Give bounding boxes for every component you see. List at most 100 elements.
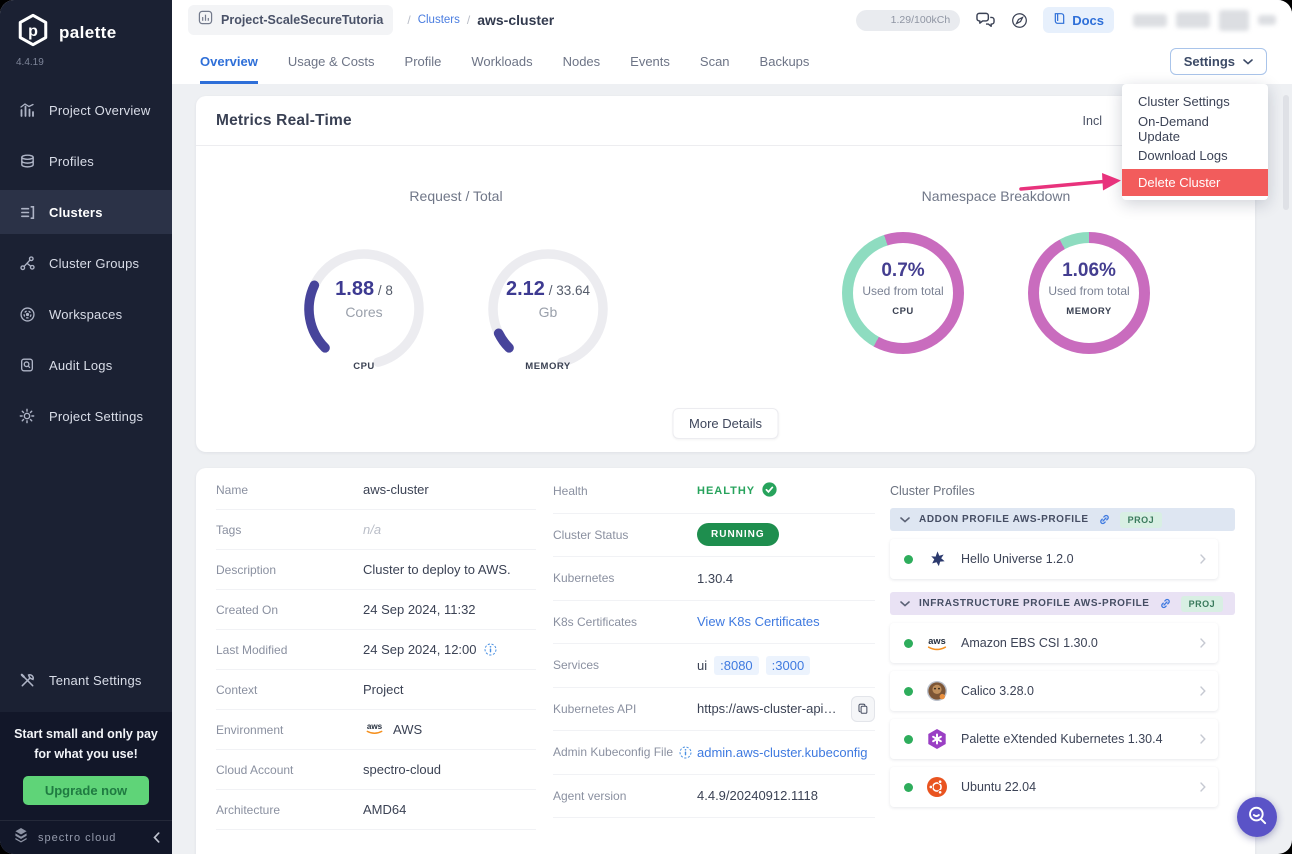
top-bar: Project-ScaleSecureTutoria / Clusters / …: [172, 0, 1292, 40]
profile-pack-calico-3-28-0[interactable]: Calico 3.28.0: [890, 671, 1218, 711]
link-icon: [1098, 513, 1111, 526]
detail-row-environment: Environment awsAWS: [216, 710, 536, 750]
palette-logo-icon: p: [16, 13, 50, 52]
calico-icon: [925, 680, 949, 702]
layers-icon: [18, 153, 36, 170]
service-port-link[interactable]: :3000: [766, 656, 811, 675]
tab-usage-costs[interactable]: Usage & Costs: [288, 40, 375, 84]
detail-row-tags: Tags n/a: [216, 510, 536, 550]
hello-universe-icon: [925, 550, 949, 569]
status-badge: RUNNING: [697, 523, 779, 546]
tools-icon: [18, 672, 36, 689]
metrics-card: Metrics Real-Time Incl Request / Total 1…: [196, 96, 1255, 452]
tab-backups[interactable]: Backups: [760, 40, 810, 84]
health-status: HEALTHY: [697, 485, 755, 497]
network-icon: [18, 255, 36, 272]
info-icon[interactable]: [679, 746, 692, 759]
sidebar-item-audit-logs[interactable]: Audit Logs: [0, 343, 172, 387]
app-window: p palette 4.4.19 Project Overview Profil…: [0, 0, 1292, 854]
collapse-sidebar-icon[interactable]: [153, 832, 160, 843]
sidebar-item-cluster-groups[interactable]: Cluster Groups: [0, 241, 172, 285]
chevron-right-icon: [1200, 782, 1206, 792]
chevron-down-icon: [900, 517, 910, 523]
upgrade-promo: Start small and only payfor what you use…: [0, 712, 172, 820]
spectro-cloud-logo: [12, 826, 30, 849]
audit-log-icon: [18, 357, 36, 373]
tab-overview[interactable]: Overview: [200, 40, 258, 84]
sidebar-item-tenant-settings[interactable]: Tenant Settings: [0, 658, 172, 702]
gear-icon: [18, 408, 36, 424]
upgrade-now-button[interactable]: Upgrade now: [23, 776, 149, 805]
menu-item-delete-cluster[interactable]: Delete Cluster: [1122, 169, 1268, 196]
project-selector-chip[interactable]: Project-ScaleSecureTutoria: [188, 5, 393, 35]
link-admin-aws-cluster-kubeconfig[interactable]: admin.aws-cluster.kubeconfig: [697, 745, 868, 760]
details-left-column: Name aws-clusterTags n/aDescription Clus…: [216, 470, 536, 854]
profile-section-header[interactable]: ADDON PROFILE AWS-PROFILE PROJ: [890, 508, 1235, 531]
chevron-right-icon: [1200, 638, 1206, 648]
profile-section-header[interactable]: INFRASTRUCTURE PROFILE AWS-PROFILE PROJ: [890, 592, 1235, 615]
breadcrumb-clusters-link[interactable]: Clusters: [418, 14, 460, 26]
sidebar-item-project-overview[interactable]: Project Overview: [0, 88, 172, 132]
tab-profile[interactable]: Profile: [405, 40, 442, 84]
gauge-memory: 2.12 / 33.64 Gb MEMORY: [483, 244, 613, 374]
menu-item-on-demand-update[interactable]: On-Demand Update: [1122, 115, 1268, 142]
bar-chart-icon: [18, 101, 36, 119]
scope-badge: PROJ: [1120, 512, 1163, 528]
chevron-down-icon: [900, 601, 910, 607]
sidebar-item-profiles[interactable]: Profiles: [0, 139, 172, 183]
cluster-details-card: Name aws-clusterTags n/aDescription Clus…: [196, 468, 1255, 854]
detail-row-kubernetes-api: Kubernetes API https://aws-cluster-apise…: [553, 688, 875, 732]
detail-row-kubernetes: Kubernetes 1.30.4: [553, 557, 875, 601]
chevron-right-icon: [1200, 734, 1206, 744]
more-details-button[interactable]: More Details: [672, 408, 779, 439]
copy-button[interactable]: [851, 696, 875, 722]
menu-item-download-logs[interactable]: Download Logs: [1122, 142, 1268, 169]
profile-pack-amazon-ebs-csi-1-30-0[interactable]: aws Amazon EBS CSI 1.30.0: [890, 623, 1218, 663]
detail-row-description: Description Cluster to deploy to AWS.: [216, 550, 536, 590]
cluster-tabs: Overview Usage & Costs Profile Workloads Nod…: [172, 40, 1292, 84]
promo-text: Start small and only payfor what you use…: [10, 725, 162, 764]
link-view-k8s-certificates[interactable]: View K8s Certificates: [697, 614, 820, 629]
gauge-cpu: 1.88 / 8 Cores CPU: [299, 244, 429, 374]
tab-events[interactable]: Events: [630, 40, 670, 84]
chevron-down-icon: [1243, 59, 1253, 65]
service-port-link[interactable]: :8080: [714, 656, 759, 675]
detail-row-cluster-status: Cluster Status RUNNING: [553, 514, 875, 558]
status-dot: [904, 555, 913, 564]
svg-text:aws: aws: [367, 722, 383, 731]
chevron-right-icon: [1200, 554, 1206, 564]
footer-brand: spectro cloud: [38, 832, 116, 844]
compass-icon[interactable]: [1011, 12, 1028, 29]
link-icon: [1159, 597, 1172, 610]
status-dot: [904, 783, 913, 792]
check-circle-icon: [762, 482, 777, 500]
detail-row-context: Context Project: [216, 670, 536, 710]
book-icon: [1053, 12, 1066, 28]
page-scrollbar[interactable]: [1283, 95, 1289, 210]
redacted-user-area: [1133, 10, 1276, 31]
profile-pack-ubuntu-22-04[interactable]: Ubuntu 22.04: [890, 767, 1218, 807]
detail-row-health: Health HEALTHY: [553, 470, 875, 514]
ubuntu-icon: [925, 776, 949, 798]
sidebar-item-clusters[interactable]: Clusters: [0, 190, 172, 234]
profile-pack-hello-universe-1-2-0[interactable]: Hello Universe 1.2.0: [890, 539, 1218, 579]
aws-logo-icon: aws: [363, 721, 386, 738]
sidebar: p palette 4.4.19 Project Overview Profil…: [0, 0, 172, 854]
menu-item-cluster-settings[interactable]: Cluster Settings: [1122, 88, 1268, 115]
tab-workloads[interactable]: Workloads: [471, 40, 532, 84]
donut-cpu: 0.7% Used from total CPU: [842, 232, 964, 354]
profile-pack-palette-extended-kubernetes-1-30-4[interactable]: Palette eXtended Kubernetes 1.30.4: [890, 719, 1218, 759]
details-middle-column: Health HEALTHYCluster Status RUNNINGKube…: [553, 470, 875, 854]
status-dot: [904, 639, 913, 648]
info-icon[interactable]: [484, 643, 497, 656]
sidebar-item-project-settings[interactable]: Project Settings: [0, 394, 172, 438]
feedback-fab-button[interactable]: [1237, 797, 1277, 837]
request-total-group: Request / Total 1.88 / 8 Cores CPU 2.12 …: [251, 188, 661, 374]
settings-button[interactable]: Settings: [1170, 48, 1267, 75]
tab-nodes[interactable]: Nodes: [563, 40, 601, 84]
chat-icon[interactable]: [975, 11, 996, 29]
docs-button[interactable]: Docs: [1043, 7, 1114, 33]
tab-scan[interactable]: Scan: [700, 40, 730, 84]
sidebar-item-workspaces[interactable]: Workspaces: [0, 292, 172, 336]
profile-section-addon-profile-aws-profile: ADDON PROFILE AWS-PROFILE PROJ Hello Uni…: [890, 508, 1235, 579]
